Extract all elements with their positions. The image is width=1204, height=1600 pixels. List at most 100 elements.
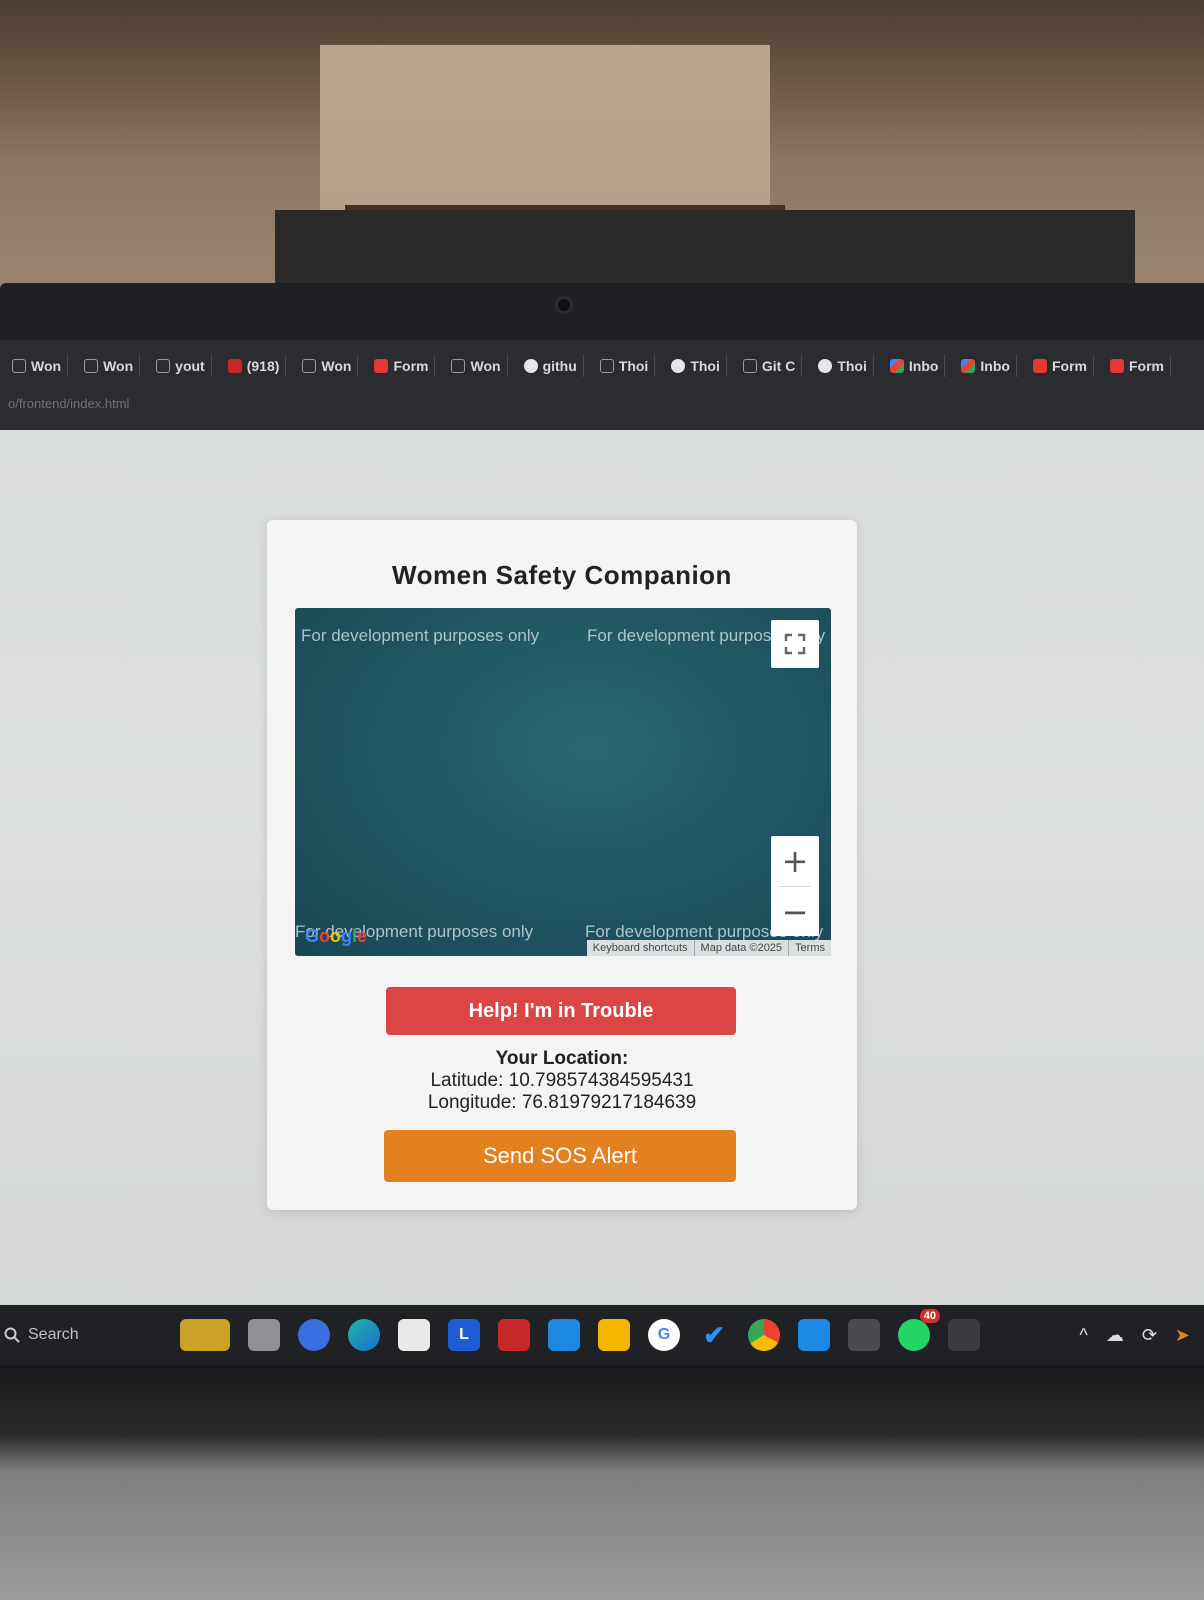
bookmark-gm-icon: [961, 359, 976, 373]
linkedin-learning-icon[interactable]: L: [448, 1319, 480, 1351]
bookmark-gh-icon: [818, 359, 833, 373]
bookmark-item[interactable]: Thoi: [594, 355, 656, 377]
fullscreen-button[interactable]: [771, 620, 819, 668]
send-icon[interactable]: ➤: [1175, 1325, 1190, 1346]
bookmark-label: Thoi: [618, 358, 649, 374]
bookmark-label: Form: [393, 358, 429, 374]
taskbar: Search L G ✔ 40 ^ ☁ ⟳ ➤: [0, 1305, 1204, 1365]
terminal-window-icon[interactable]: [848, 1319, 880, 1351]
chrome-icon[interactable]: [748, 1319, 780, 1351]
address-bar[interactable]: o/frontend/index.html: [0, 392, 1204, 415]
bookmark-item[interactable]: Inbo: [955, 355, 1017, 377]
bookmark-label: (918): [246, 358, 280, 374]
bookmark-doc-icon: [302, 359, 317, 373]
page-title: Women Safety Companion: [392, 560, 732, 590]
bookmark-item[interactable]: githu: [518, 355, 584, 377]
bookmark-label: Inbo: [980, 358, 1010, 374]
bookmark-doc-icon: [451, 359, 466, 373]
bookmark-fm-icon: [1032, 359, 1047, 373]
bookmark-doc-icon: [742, 359, 757, 373]
meet-icon[interactable]: [298, 1319, 330, 1351]
bookmark-fm-icon: [374, 359, 389, 373]
bookmark-item[interactable]: Won: [6, 355, 69, 377]
bookmark-item[interactable]: Thoi: [665, 355, 727, 377]
dropbox-icon[interactable]: [548, 1319, 580, 1351]
bookmark-label: yout: [175, 358, 205, 374]
bookmark-gm-icon: [889, 359, 904, 373]
bookmark-label: Won: [321, 358, 352, 374]
bookmarks-bar: Won Won yout (918) Won Form Won githu Thoi Thoi Gi…: [0, 340, 1204, 392]
bookmark-label: Form: [1051, 358, 1087, 374]
bookmark-label: Won: [470, 358, 501, 374]
bookmark-item[interactable]: Form: [1027, 355, 1094, 377]
map-view[interactable]: For development purposes only For develo…: [295, 608, 831, 956]
bookmark-item[interactable]: Inbo: [884, 355, 946, 377]
zoom-in-button[interactable]: +: [771, 836, 819, 886]
bookmark-doc-icon: [84, 359, 99, 373]
map-data-label: Map data ©2025: [693, 940, 789, 956]
bookmark-label: githu: [542, 358, 577, 374]
bookmark-item[interactable]: Thoi: [812, 355, 874, 377]
edge-icon[interactable]: [348, 1319, 380, 1351]
app-card: Women Safety Companion For development p…: [267, 520, 857, 1210]
file-explorer-icon[interactable]: [598, 1319, 630, 1351]
bookmark-fm-icon: [1109, 359, 1124, 373]
store-icon[interactable]: [398, 1319, 430, 1351]
bookmark-label: Won: [103, 358, 134, 374]
location-heading: Your Location:: [495, 1048, 629, 1069]
webcam: [555, 296, 573, 314]
bookmark-label: Inbo: [908, 358, 939, 374]
chevron-up-icon[interactable]: ^: [1079, 1325, 1087, 1346]
todo-icon[interactable]: ✔: [698, 1319, 730, 1351]
browser-chrome: Won Won yout (918) Won Form Won githu Thoi Thoi Gi…: [0, 340, 1204, 430]
help-button[interactable]: Help! I'm in Trouble: [386, 987, 736, 1035]
longitude-value: Longitude: 76.81979217184639: [427, 1092, 697, 1113]
bookmark-item[interactable]: Won: [78, 355, 141, 377]
sos-alert-button[interactable]: Send SOS Alert: [384, 1130, 736, 1182]
taskbar-search[interactable]: Search: [0, 1326, 170, 1344]
sync-icon[interactable]: ⟳: [1142, 1325, 1157, 1346]
terms-link[interactable]: Terms: [788, 940, 831, 956]
bookmark-item[interactable]: Won: [445, 355, 508, 377]
whatsapp-badge: 40: [919, 1309, 940, 1323]
system-tray: ^ ☁ ⟳ ➤: [1079, 1325, 1190, 1346]
bookmark-gh-icon: [523, 359, 538, 373]
bookmark-label: Won: [31, 358, 62, 374]
bookmark-yt-icon: [227, 359, 242, 373]
bookmark-item[interactable]: Form: [1104, 355, 1171, 377]
latitude-value: Latitude: 10.798574384595431: [430, 1070, 694, 1091]
taskbar-apps: L G ✔ 40: [180, 1309, 980, 1351]
bookmark-item[interactable]: Form: [368, 355, 436, 377]
search-label: Search: [28, 1326, 79, 1343]
zoom-out-button[interactable]: −: [771, 887, 819, 937]
bookmark-label: Thoi: [837, 358, 867, 374]
room-background: [0, 0, 1204, 300]
bookmark-item[interactable]: (918): [222, 355, 287, 377]
google-logo: Google: [305, 926, 368, 946]
bookmark-label: Thoi: [690, 358, 720, 374]
fullscreen-icon: [784, 633, 806, 655]
search-icon: [4, 1327, 20, 1343]
bookmark-item[interactable]: Git C: [737, 355, 803, 377]
map-watermark: For development purposes only: [301, 626, 540, 645]
google-icon[interactable]: G: [648, 1319, 680, 1351]
widgets-icon[interactable]: [180, 1319, 230, 1351]
bookmark-item[interactable]: yout: [150, 355, 212, 377]
vscode-icon[interactable]: [798, 1319, 830, 1351]
bookmark-doc-icon: [156, 359, 171, 373]
terminal-icon[interactable]: [948, 1319, 980, 1351]
keyboard-shortcuts-link[interactable]: Keyboard shortcuts: [587, 940, 694, 956]
whatsapp-icon[interactable]: 40: [898, 1309, 940, 1351]
cloud-icon[interactable]: ☁: [1106, 1325, 1124, 1346]
bookmark-doc-icon: [599, 359, 614, 373]
bookmark-label: Form: [1128, 358, 1164, 374]
location-panel: Your Location: Latitude: 10.798574384595…: [267, 1048, 857, 1114]
mcafee-icon[interactable]: [498, 1319, 530, 1351]
zoom-control: + −: [771, 836, 819, 936]
bookmark-gh-icon: [671, 359, 686, 373]
bookmark-label: Git C: [761, 358, 796, 374]
task-view-icon[interactable]: [248, 1319, 280, 1351]
web-page: Women Safety Companion For development p…: [0, 430, 1204, 1330]
map-attribution: Keyboard shortcuts Map data ©2025 Terms: [586, 940, 831, 956]
bookmark-item[interactable]: Won: [296, 355, 359, 377]
